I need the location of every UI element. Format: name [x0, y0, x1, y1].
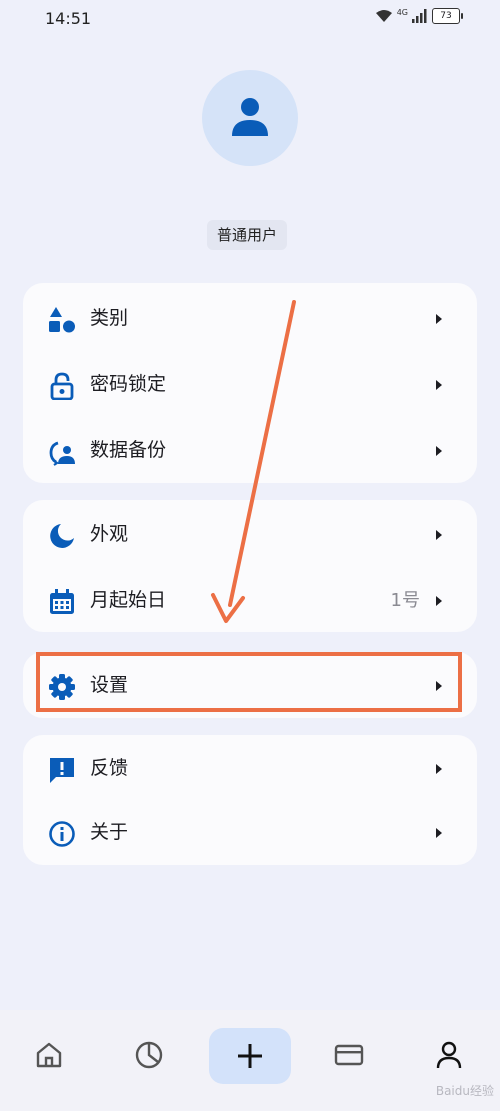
avatar[interactable]: [202, 70, 298, 166]
calendar-icon: [50, 589, 74, 614]
category-icon: [49, 307, 75, 333]
menu-item-feedback[interactable]: 反馈: [23, 735, 477, 801]
menu-item-category[interactable]: 类别: [23, 285, 477, 351]
status-icons: 4G 73: [375, 7, 463, 24]
add-icon: [238, 1044, 262, 1068]
network-type: 4G: [396, 7, 408, 17]
nav-profile[interactable]: [408, 1028, 492, 1084]
username-chip[interactable]: 普通用户: [207, 220, 288, 250]
battery-indicator: 73: [432, 8, 463, 24]
menu-item-about[interactable]: 关于: [23, 799, 477, 865]
watermark: Baidu经验: [435, 1084, 494, 1098]
menu-item-label: 月起始日: [90, 589, 167, 611]
chevron-right-icon: [436, 446, 442, 456]
chevron-right-icon: [436, 530, 442, 540]
status-bar: 14:51 4G 73: [0, 0, 500, 38]
menu-item-label: 密码锁定: [90, 373, 167, 395]
chevron-right-icon: [436, 828, 442, 838]
info-icon: [49, 821, 75, 847]
nav-statistics[interactable]: [108, 1028, 192, 1084]
menu-card-support: 反馈 关于: [23, 735, 477, 865]
feedback-icon: [50, 758, 74, 783]
chevron-right-icon: [436, 314, 442, 324]
chart-icon: [135, 1041, 163, 1069]
signal-icon: [412, 9, 427, 23]
nav-accounts[interactable]: [308, 1028, 392, 1084]
add-button[interactable]: [209, 1028, 291, 1084]
card-icon: [334, 1044, 364, 1066]
menu-item-password-lock[interactable]: 密码锁定: [23, 351, 477, 417]
menu-item-month-start-day[interactable]: 月起始日 1号: [23, 567, 477, 633]
menu-card-display: 外观 月起始日 1号: [23, 500, 477, 632]
bottom-nav: [0, 1010, 500, 1111]
person-icon: [232, 98, 268, 136]
chevron-right-icon: [436, 380, 442, 390]
menu-item-label: 反馈: [90, 757, 129, 779]
home-icon: [36, 1042, 62, 1068]
profile-icon: [436, 1041, 462, 1069]
lock-icon: [50, 372, 74, 400]
menu-card-general: 类别 密码锁定 数据备份: [23, 283, 477, 483]
menu-item-label: 关于: [90, 821, 129, 843]
menu-item-label: 外观: [90, 523, 129, 545]
wifi-icon: [375, 10, 392, 22]
moon-icon: [50, 524, 74, 548]
menu-item-label: 类别: [90, 307, 129, 329]
menu-item-label: 数据备份: [90, 439, 167, 461]
settings-highlight-box: [36, 652, 462, 712]
menu-item-data-backup[interactable]: 数据备份: [23, 417, 477, 483]
menu-item-appearance[interactable]: 外观: [23, 501, 477, 567]
chevron-right-icon: [436, 764, 442, 774]
status-time: 14:51: [45, 9, 92, 28]
month-start-day-value: 1号: [390, 590, 420, 611]
backup-icon: [49, 441, 75, 466]
chevron-right-icon: [436, 596, 442, 606]
nav-home[interactable]: [8, 1028, 92, 1084]
